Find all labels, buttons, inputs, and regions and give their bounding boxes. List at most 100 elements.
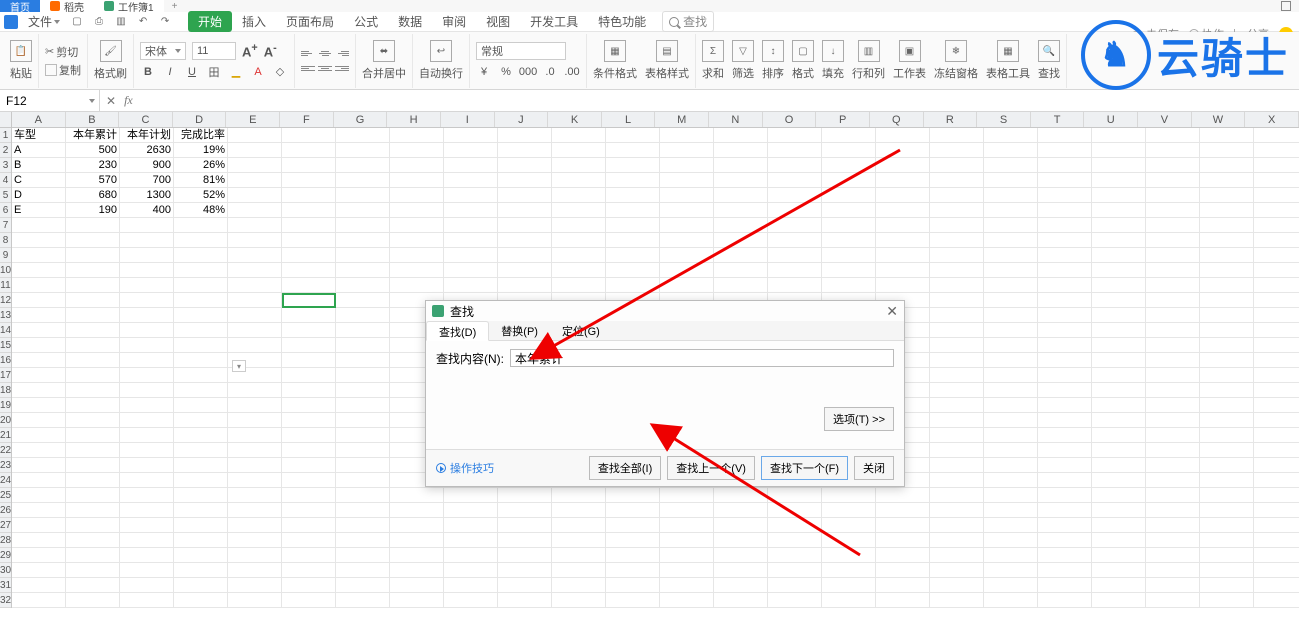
cell[interactable] — [1146, 218, 1200, 233]
cell[interactable] — [552, 203, 606, 218]
cell[interactable] — [1092, 398, 1146, 413]
cell[interactable] — [1146, 203, 1200, 218]
cell[interactable] — [12, 578, 66, 593]
cell[interactable] — [174, 308, 228, 323]
sort-button[interactable]: ↕排序 — [762, 40, 784, 81]
table-tool-button[interactable]: ▦表格工具 — [986, 40, 1030, 81]
cell[interactable] — [660, 548, 714, 563]
cell[interactable] — [660, 488, 714, 503]
cell[interactable] — [282, 548, 336, 563]
new-tab-button[interactable]: + — [164, 1, 186, 12]
cell[interactable]: C — [12, 173, 66, 188]
cell[interactable] — [390, 488, 444, 503]
cell[interactable] — [120, 338, 174, 353]
increase-font-button[interactable]: A+ — [242, 42, 258, 59]
cell[interactable] — [120, 308, 174, 323]
cell[interactable] — [660, 218, 714, 233]
cell[interactable] — [390, 548, 444, 563]
preview-icon[interactable]: ▥ — [114, 15, 128, 29]
cell[interactable] — [984, 323, 1038, 338]
bold-button[interactable]: B — [140, 64, 156, 80]
cell[interactable] — [336, 443, 390, 458]
cell[interactable] — [930, 293, 984, 308]
cell[interactable] — [282, 278, 336, 293]
cell[interactable] — [660, 563, 714, 578]
cell[interactable] — [228, 278, 282, 293]
find-all-button[interactable]: 查找全部(I) — [589, 456, 661, 480]
cell[interactable] — [1254, 173, 1299, 188]
cell[interactable] — [174, 443, 228, 458]
cell[interactable] — [336, 533, 390, 548]
cell[interactable] — [1254, 248, 1299, 263]
cell[interactable] — [552, 173, 606, 188]
cell[interactable] — [174, 428, 228, 443]
cell[interactable] — [1092, 563, 1146, 578]
cell[interactable] — [822, 278, 876, 293]
cell[interactable] — [1254, 308, 1299, 323]
cell[interactable] — [120, 593, 174, 608]
tips-link[interactable]: 操作技巧 — [436, 460, 494, 476]
row-header[interactable]: 13 — [0, 308, 11, 323]
cell[interactable] — [1200, 458, 1254, 473]
cell[interactable] — [1200, 293, 1254, 308]
cell[interactable] — [660, 278, 714, 293]
cell[interactable] — [12, 563, 66, 578]
close-button[interactable]: 关闭 — [854, 456, 894, 480]
cell[interactable] — [984, 458, 1038, 473]
cell[interactable] — [336, 203, 390, 218]
cell[interactable] — [120, 263, 174, 278]
cell[interactable] — [984, 128, 1038, 143]
cell[interactable] — [336, 458, 390, 473]
cell[interactable] — [822, 593, 876, 608]
cell[interactable] — [876, 128, 930, 143]
row-header[interactable]: 1 — [0, 128, 11, 143]
print-icon[interactable]: ⎙ — [92, 15, 106, 29]
cell[interactable] — [174, 518, 228, 533]
cell[interactable] — [768, 218, 822, 233]
cell[interactable] — [66, 263, 120, 278]
cell[interactable] — [1146, 548, 1200, 563]
cell[interactable] — [1092, 473, 1146, 488]
cell[interactable] — [336, 218, 390, 233]
cell[interactable] — [1146, 308, 1200, 323]
cell[interactable] — [876, 188, 930, 203]
cell[interactable] — [1254, 188, 1299, 203]
cell[interactable] — [1254, 443, 1299, 458]
cell[interactable] — [1146, 323, 1200, 338]
cell[interactable] — [552, 128, 606, 143]
cell[interactable] — [930, 428, 984, 443]
cell[interactable] — [444, 563, 498, 578]
cell[interactable] — [1200, 563, 1254, 578]
cell[interactable] — [876, 248, 930, 263]
cancel-formula-icon[interactable]: ✕ — [106, 94, 116, 108]
cell[interactable] — [390, 218, 444, 233]
cell[interactable] — [714, 203, 768, 218]
cell[interactable] — [444, 518, 498, 533]
cell[interactable] — [1038, 593, 1092, 608]
cell[interactable] — [768, 533, 822, 548]
cell[interactable] — [228, 458, 282, 473]
cell[interactable] — [12, 293, 66, 308]
cell[interactable] — [984, 293, 1038, 308]
cell[interactable]: A — [12, 143, 66, 158]
cell[interactable] — [930, 503, 984, 518]
cell[interactable] — [984, 338, 1038, 353]
cell[interactable] — [768, 548, 822, 563]
cell[interactable] — [444, 248, 498, 263]
cell[interactable]: 230 — [66, 158, 120, 173]
cell[interactable] — [552, 188, 606, 203]
cell[interactable] — [336, 338, 390, 353]
cell[interactable] — [228, 488, 282, 503]
font-color-button[interactable]: A — [250, 64, 266, 80]
cell[interactable] — [336, 383, 390, 398]
cell[interactable] — [282, 158, 336, 173]
cell[interactable] — [606, 173, 660, 188]
cell[interactable] — [1038, 563, 1092, 578]
select-all-corner[interactable] — [0, 112, 12, 127]
currency-button[interactable]: ¥ — [476, 64, 492, 80]
cell[interactable] — [336, 503, 390, 518]
cell[interactable] — [228, 338, 282, 353]
cell[interactable] — [984, 533, 1038, 548]
cell[interactable] — [1200, 323, 1254, 338]
cell[interactable] — [876, 233, 930, 248]
